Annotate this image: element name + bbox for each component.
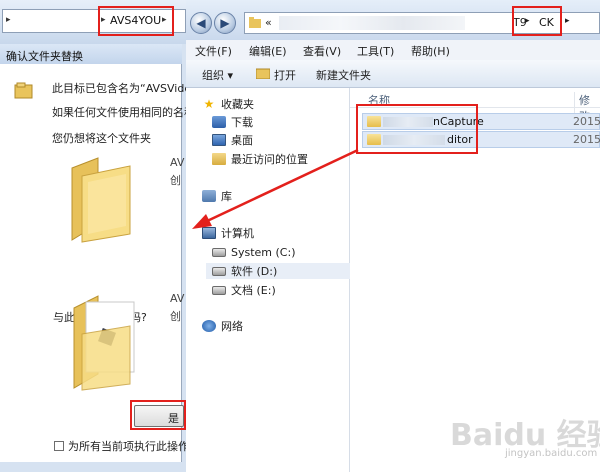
annotation-arrow bbox=[192, 148, 359, 229]
watermark-url: jingyan.baidu.com bbox=[505, 448, 598, 459]
